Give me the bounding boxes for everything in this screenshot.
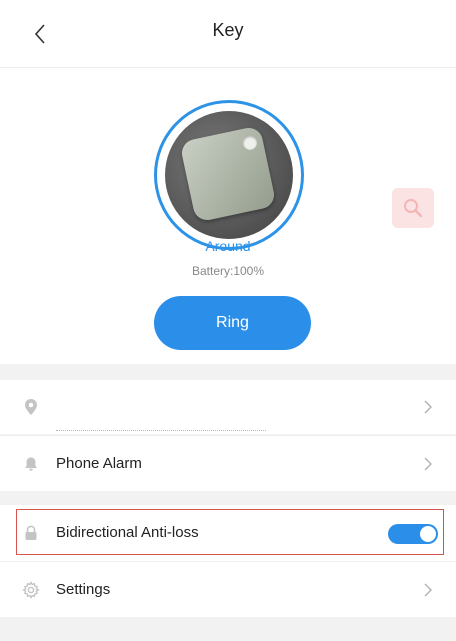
device-card: Around Battery:100% Ring [0, 68, 456, 364]
location-pin-icon [22, 398, 40, 416]
search-icon [404, 199, 423, 218]
gear-icon [22, 581, 40, 599]
device-photo [165, 111, 293, 239]
settings-row[interactable]: Settings [0, 561, 456, 617]
settings-label: Settings [56, 581, 111, 598]
device-avatar-ring[interactable] [154, 100, 304, 250]
toggle-knob [420, 526, 436, 542]
battery-level: Battery:100% [191, 264, 265, 278]
chevron-right-icon [422, 455, 434, 473]
top-bar: Key [0, 0, 456, 68]
chevron-right-icon [422, 398, 434, 416]
anti-loss-toggle[interactable] [388, 524, 438, 544]
device-status: Around [205, 238, 251, 254]
anti-loss-row: Bidirectional Anti-loss [0, 505, 456, 561]
ring-button[interactable]: Ring [154, 296, 311, 350]
tracker-tag-image [179, 125, 277, 223]
phone-alarm-row[interactable]: Phone Alarm [0, 435, 456, 491]
tag-keyring-hole [241, 134, 259, 152]
phone-alarm-label: Phone Alarm [56, 455, 142, 472]
search-float-button[interactable] [392, 188, 434, 228]
app-screen: Key Around Battery:100% Ring Phone Alarm… [0, 0, 456, 641]
page-title: Key [212, 20, 244, 40]
location-row[interactable] [0, 380, 456, 434]
lock-icon [22, 524, 40, 542]
anti-loss-label: Bidirectional Anti-loss [56, 524, 199, 541]
location-address [56, 424, 266, 431]
chevron-right-icon [422, 581, 434, 599]
bell-icon [22, 455, 40, 473]
